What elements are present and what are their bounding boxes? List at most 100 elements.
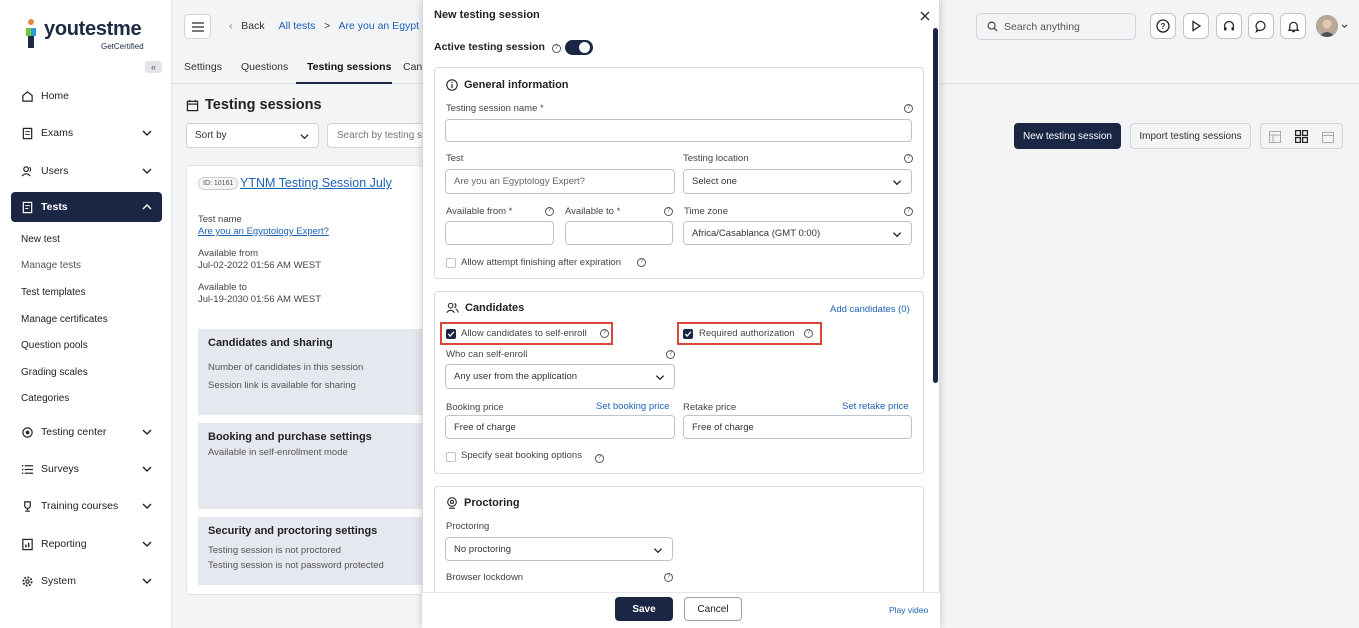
play-video-link[interactable]: Play video <box>889 605 928 615</box>
save-button[interactable]: Save <box>615 597 673 621</box>
session-id-badge: ID: 10161 <box>198 177 239 190</box>
bell-icon <box>1286 21 1300 32</box>
chat-button[interactable] <box>1248 13 1274 39</box>
users-icon <box>446 302 459 313</box>
allow-finishing-checkbox[interactable] <box>446 258 456 268</box>
required-authorization-checkbox[interactable] <box>683 329 693 339</box>
chevron-up-icon <box>142 204 152 210</box>
proctoring-select[interactable]: No proctoring <box>445 537 673 561</box>
available-from-input[interactable] <box>445 221 554 245</box>
help-icon: ? <box>904 154 913 163</box>
avatar[interactable] <box>1316 15 1338 37</box>
collapse-sidebar-button[interactable]: « <box>145 61 162 73</box>
sidebar-sub-manage-tests[interactable]: Manage tests <box>21 260 81 271</box>
support-button[interactable] <box>1216 13 1242 39</box>
breadcrumb-separator: > <box>324 20 331 32</box>
chevron-down-icon <box>142 503 152 509</box>
sidebar-sub-test-templates[interactable]: Test templates <box>21 287 85 298</box>
retake-price-input[interactable]: Free of charge <box>683 415 912 439</box>
chevron-down-icon <box>892 232 902 238</box>
global-search-input[interactable]: Search anything <box>976 13 1136 40</box>
close-icon[interactable] <box>918 9 932 23</box>
seat-booking-checkbox[interactable] <box>446 452 456 462</box>
notifications-button[interactable] <box>1280 13 1306 39</box>
session-name-link[interactable]: YTNM Testing Session July <box>240 176 392 190</box>
sidebar-item-label: Home <box>41 90 70 102</box>
sidebar-item-home[interactable]: Home <box>11 81 162 111</box>
set-retake-price-link[interactable]: Set retake price <box>842 401 909 412</box>
browser-lockdown-label: Browser lockdown <box>446 572 524 583</box>
sidebar-item-users[interactable]: Users <box>11 156 162 186</box>
chevron-down-icon <box>142 429 152 435</box>
sidebar-sub-categories[interactable]: Categories <box>21 393 69 404</box>
toggle-knob <box>579 42 590 53</box>
exam-icon <box>22 127 33 139</box>
grid-view-icon[interactable] <box>1295 130 1308 143</box>
sidebar-item-training-courses[interactable]: Training courses <box>11 491 162 521</box>
chevron-down-icon <box>142 578 152 584</box>
sidebar-item-testing-center[interactable]: Testing center <box>11 417 162 447</box>
self-enroll-label: Allow candidates to self-enroll <box>461 328 587 339</box>
cancel-button[interactable]: Cancel <box>684 597 742 621</box>
tab-testing-sessions[interactable]: Testing sessions <box>307 61 391 73</box>
help-icon: ? <box>904 104 913 113</box>
back-link[interactable]: Back <box>241 20 264 32</box>
breadcrumb-current-test[interactable]: Are you an Egypt <box>338 20 419 32</box>
menu-button[interactable] <box>184 14 211 39</box>
checkmark-icon <box>684 331 692 337</box>
help-button[interactable]: ? <box>1150 13 1176 39</box>
who-can-self-enroll-label: Who can self-enroll <box>446 349 528 360</box>
test-input[interactable]: Are you an Egyptology Expert? <box>445 169 675 194</box>
modal-title: New testing session <box>434 9 540 21</box>
svg-text:?: ? <box>1161 22 1166 31</box>
chevron-down-icon[interactable] <box>1341 23 1348 29</box>
add-candidates-link[interactable]: Add candidates (0) <box>830 304 910 315</box>
new-testing-session-button[interactable]: New testing session <box>1014 123 1121 149</box>
users-icon <box>21 165 32 177</box>
import-testing-sessions-button[interactable]: Import testing sessions <box>1130 123 1251 149</box>
calendar-view-icon[interactable] <box>1322 131 1334 143</box>
sidebar-sub-question-pools[interactable]: Question pools <box>21 340 88 351</box>
active-session-label: Active testing session <box>434 41 545 53</box>
sidebar: youtestme GetCertified « Home Exams User… <box>0 0 172 628</box>
tab-settings[interactable]: Settings <box>184 61 222 73</box>
time-zone-select[interactable]: Africa/Casablanca (GMT 0:00) <box>683 221 912 245</box>
sidebar-sub-manage-certificates[interactable]: Manage certificates <box>21 314 108 325</box>
modal-scrollbar[interactable] <box>933 28 938 383</box>
play-button[interactable] <box>1183 13 1209 39</box>
sidebar-sub-new-test[interactable]: New test <box>21 234 60 245</box>
sidebar-sub-grading-scales[interactable]: Grading scales <box>21 367 88 378</box>
test-name-link[interactable]: Are you an Egyptology Expert? <box>198 226 329 237</box>
sidebar-item-reporting[interactable]: Reporting <box>11 529 162 559</box>
testing-location-select[interactable]: Select one <box>683 169 912 194</box>
who-can-self-enroll-select[interactable]: Any user from the application <box>445 364 675 389</box>
logo[interactable]: youtestme GetCertified <box>22 18 162 58</box>
session-search-input[interactable]: Search by testing se <box>327 123 427 148</box>
booking-price-input[interactable]: Free of charge <box>445 415 675 439</box>
sidebar-item-exams[interactable]: Exams <box>11 118 162 148</box>
sidebar-item-label: System <box>41 575 77 587</box>
tab-questions[interactable]: Questions <box>241 61 288 73</box>
table-view-icon[interactable] <box>1269 131 1281 143</box>
tab-candidates[interactable]: Can <box>403 61 422 73</box>
required-authorization-label: Required authorization <box>699 328 795 339</box>
sidebar-item-system[interactable]: System <box>11 566 162 596</box>
sidebar-item-tests[interactable]: Tests <box>11 192 162 222</box>
sort-by-label: Sort by <box>195 130 227 141</box>
active-tab-indicator <box>296 82 392 84</box>
proctoring-label: Proctoring <box>446 521 490 532</box>
breadcrumb-all-tests[interactable]: All tests <box>279 20 316 32</box>
checkmark-icon <box>447 331 455 337</box>
sort-by-select[interactable]: Sort by <box>186 123 319 148</box>
available-to-input[interactable] <box>565 221 673 245</box>
help-icon: ? <box>552 44 561 53</box>
booking-purchase-box: Booking and purchase settings Available … <box>198 423 426 509</box>
self-enroll-checkbox[interactable] <box>446 329 456 339</box>
session-name-input[interactable] <box>445 119 912 142</box>
sidebar-item-surveys[interactable]: Surveys <box>11 454 162 484</box>
box-text: Session link is available for sharing <box>208 380 356 391</box>
set-booking-price-link[interactable]: Set booking price <box>596 401 669 412</box>
select-value: Africa/Casablanca (GMT 0:00) <box>692 227 821 239</box>
page-title: Testing sessions <box>186 97 322 113</box>
modal-footer <box>422 592 940 628</box>
